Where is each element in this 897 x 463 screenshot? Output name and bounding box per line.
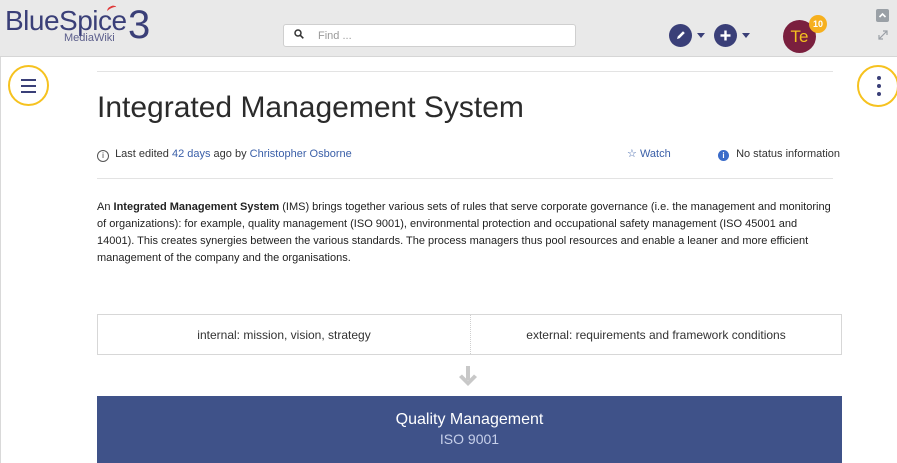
pencil-icon: [677, 31, 685, 39]
header-divider: [97, 71, 833, 72]
star-icon: ☆: [627, 148, 637, 160]
edit-menu-caret-icon[interactable]: [697, 33, 705, 38]
fullscreen-expand-icon[interactable]: [878, 30, 888, 40]
intro-term: Integrated Management System: [113, 201, 280, 213]
arrow-down-icon: [459, 366, 477, 386]
revision-age-link[interactable]: 42 days: [172, 148, 211, 160]
collapse-header-button[interactable]: [876, 9, 889, 22]
content-left-border: [0, 57, 1, 463]
intro-lead: An: [97, 201, 111, 213]
last-edited-info: i Last edited 42 days ago by Christopher…: [97, 147, 352, 162]
kebab-icon-dot: [877, 76, 881, 80]
page-status[interactable]: i No status information: [718, 147, 840, 161]
author-link[interactable]: Christopher Osborne: [250, 148, 352, 160]
watch-link[interactable]: ☆ Watch: [627, 147, 671, 161]
search-input[interactable]: [318, 27, 568, 44]
last-edited-middle: ago by: [213, 148, 247, 160]
kebab-icon-dot: [877, 92, 881, 96]
quality-management-box: Quality Management ISO 9001: [97, 396, 842, 463]
status-label: No status information: [736, 148, 840, 160]
chevron-up-icon: [878, 12, 887, 18]
plus-icon: [720, 30, 731, 41]
search-box[interactable]: [283, 24, 576, 47]
hamburger-icon-bar: [21, 91, 36, 93]
quality-management-standard: ISO 9001: [439, 431, 500, 447]
context-box: internal: mission, vision, strategy exte…: [97, 314, 842, 355]
info-icon: i: [97, 150, 109, 162]
top-navigation-bar: BlueSpice MediaWiki 3 Te 10: [0, 0, 897, 57]
hamburger-icon-bar: [21, 85, 36, 87]
create-button[interactable]: [714, 24, 737, 47]
status-info-icon: i: [718, 150, 729, 161]
main-menu-button[interactable]: [8, 65, 49, 106]
search-icon: [294, 29, 304, 39]
bluespice-logo[interactable]: BlueSpice MediaWiki 3: [5, 3, 165, 50]
hamburger-icon-bar: [21, 79, 36, 81]
logo-version-number: 3: [128, 3, 151, 47]
external-context-label: external: requirements and framework con…: [526, 328, 786, 342]
watch-label: Watch: [639, 148, 671, 160]
page-tools-button[interactable]: [857, 65, 897, 107]
notification-badge[interactable]: 10: [809, 15, 827, 33]
page-title: Integrated Management System: [97, 91, 524, 124]
last-edited-prefix: Last edited: [115, 148, 169, 160]
intro-paragraph: An Integrated Management System (IMS) br…: [97, 199, 837, 267]
kebab-icon-dot: [877, 84, 881, 88]
quality-management-title: Quality Management: [395, 411, 544, 428]
meta-divider: [97, 178, 833, 179]
edit-button[interactable]: [669, 24, 692, 47]
logo-subtitle: MediaWiki: [64, 32, 115, 44]
create-menu-caret-icon[interactable]: [742, 33, 750, 38]
internal-context-label: internal: mission, vision, strategy: [197, 328, 371, 342]
